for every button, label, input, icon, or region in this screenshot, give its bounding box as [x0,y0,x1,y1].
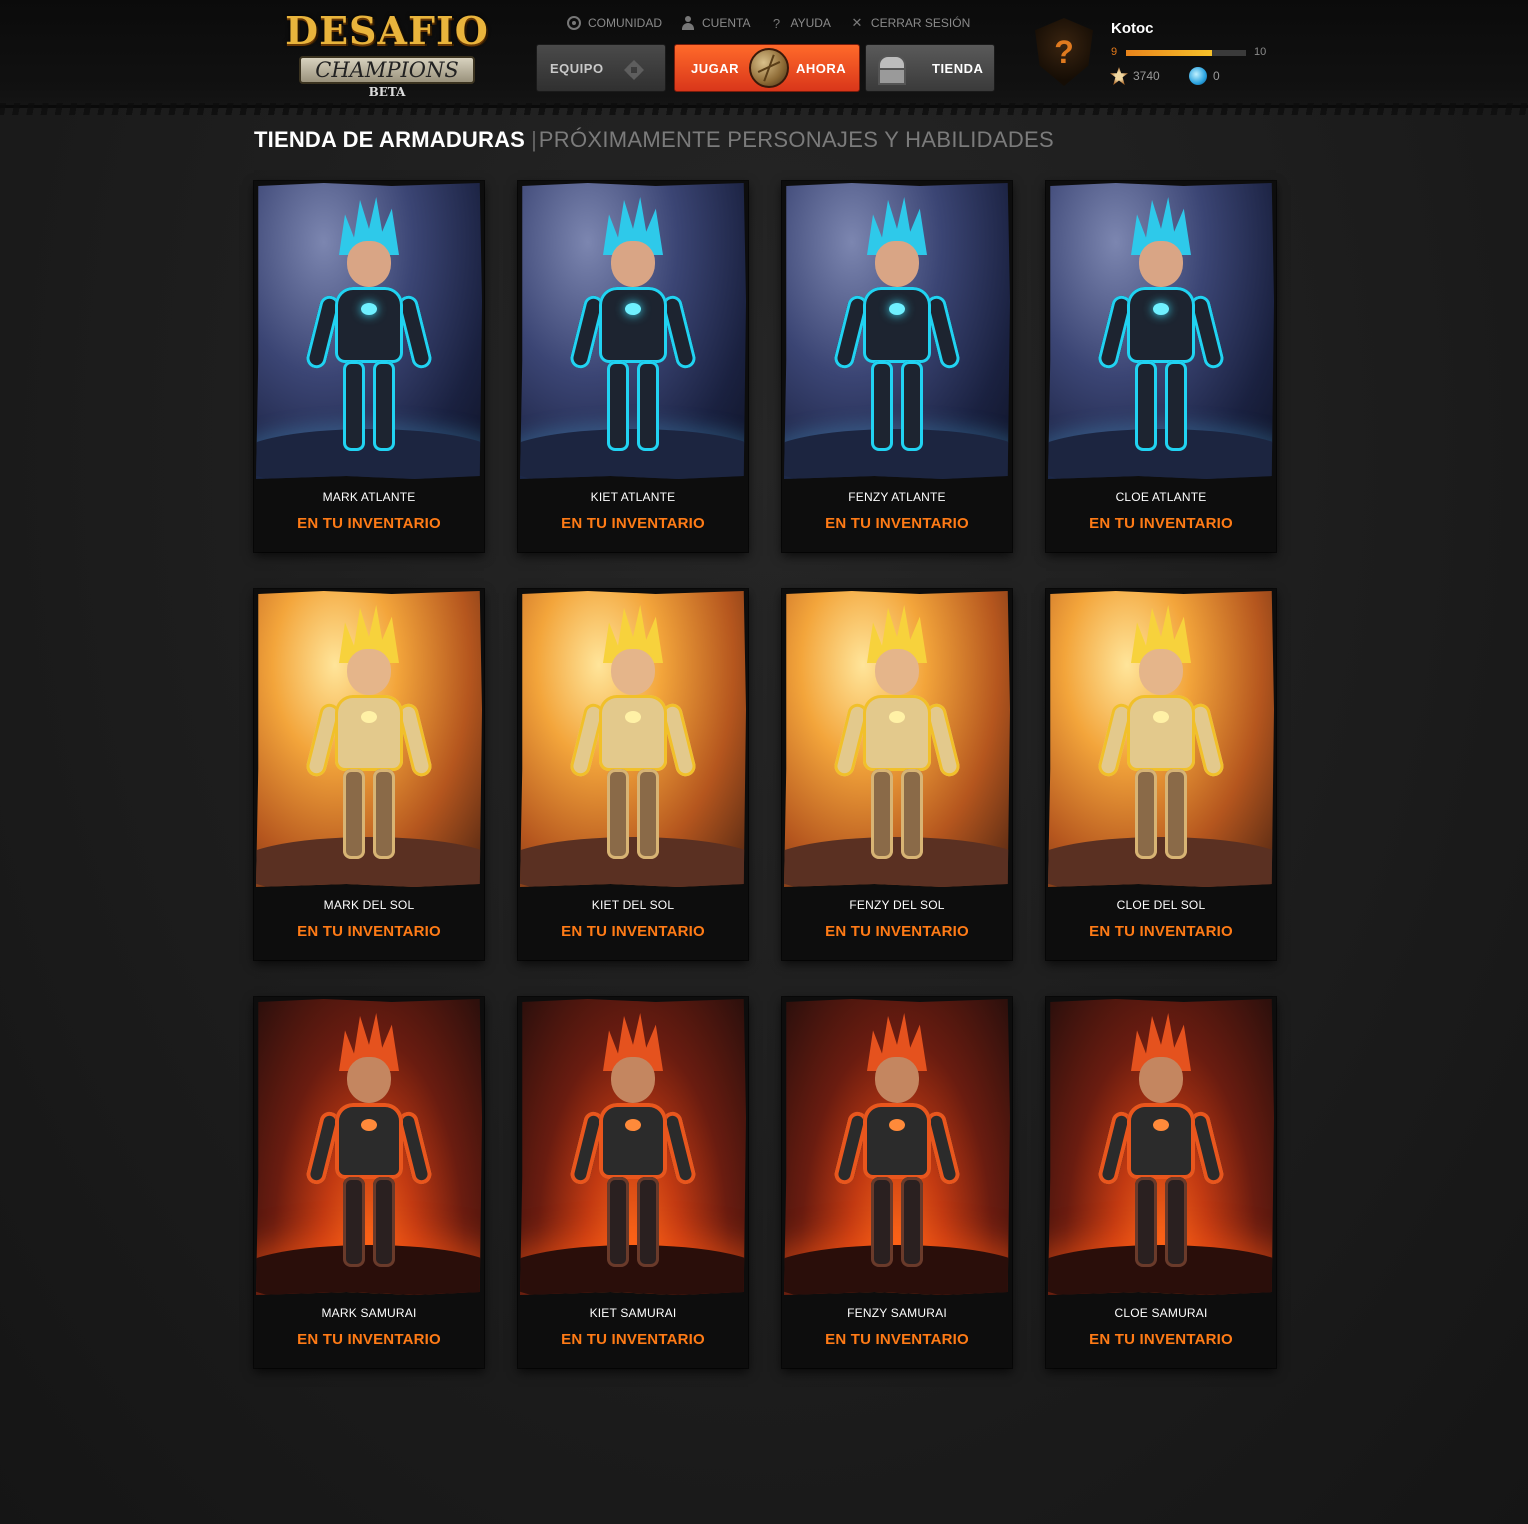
dpad-icon [619,55,649,85]
close-icon: ✕ [851,15,863,30]
armor-card[interactable]: MARK ATLANTE EN TU INVENTARIO [254,181,484,552]
armor-card[interactable]: KIET DEL SOL EN TU INVENTARIO [518,589,748,960]
jugar-label: JUGAR [691,60,740,76]
inventory-status: EN TU INVENTARIO [561,923,705,940]
character-art [520,591,746,887]
armor-card[interactable]: MARK SAMURAI EN TU INVENTARIO [254,997,484,1368]
coins-value: 3740 [1133,69,1160,83]
gems-icon [1189,67,1207,85]
armor-name: KIET DEL SOL [591,898,675,912]
community-icon [566,15,582,31]
character-art [256,591,482,887]
armor-name: CLOE SAMURAI [1114,1306,1208,1320]
character-art [1048,183,1274,479]
rank-shield-icon[interactable]: ? [1035,18,1093,86]
inventory-status: EN TU INVENTARIO [1089,515,1233,532]
character-art [784,999,1010,1295]
armor-name: FENZY ATLANTE [848,490,946,504]
jugar-ahora-button[interactable]: JUGAR AHORA [674,44,860,92]
ahora-label: AHORA [796,60,847,76]
character-art [520,999,746,1295]
armor-name: FENZY SAMURAI [847,1306,947,1320]
username[interactable]: Kotoc [1111,20,1154,37]
inventory-status: EN TU INVENTARIO [825,923,969,940]
armor-card[interactable]: FENZY SAMURAI EN TU INVENTARIO [782,997,1012,1368]
armor-name: CLOE ATLANTE [1115,490,1207,504]
top-bar: DESAFIO CHAMPIONS BETA COMUNIDAD CUENTA … [0,0,1528,115]
inventory-status: EN TU INVENTARIO [297,923,441,940]
character-art [1048,999,1274,1295]
chest-icon [876,53,908,85]
nav-comunidad[interactable]: COMUNIDAD [566,14,662,32]
nav-ayuda[interactable]: ? AYUDA [768,14,831,32]
inventory-status: EN TU INVENTARIO [1089,923,1233,940]
nav-cuenta-label: CUENTA [702,16,751,30]
nav-ayuda-label: AYUDA [790,16,831,30]
inventory-status: EN TU INVENTARIO [561,515,705,532]
logo-banner: CHAMPIONS [299,56,475,84]
inventory-status: EN TU INVENTARIO [561,1331,705,1348]
page-title-sub: PRÓXIMAMENTE PERSONAJES Y HABILIDADES [538,127,1054,152]
character-art [256,999,482,1295]
level-progress-bar [1126,50,1246,56]
inventory-status: EN TU INVENTARIO [297,1331,441,1348]
level-next: 10 [1254,46,1267,58]
title-separator: | [531,127,537,152]
armor-name: MARK ATLANTE [322,490,416,504]
armor-card[interactable]: KIET SAMURAI EN TU INVENTARIO [518,997,748,1368]
account-icon [680,15,696,31]
armor-card[interactable]: CLOE DEL SOL EN TU INVENTARIO [1046,589,1276,960]
armor-name: MARK DEL SOL [323,898,415,912]
inventory-status: EN TU INVENTARIO [825,515,969,532]
tienda-button[interactable]: TIENDA [865,44,995,92]
equipo-label: EQUIPO [550,60,604,76]
inventory-status: EN TU INVENTARIO [297,515,441,532]
character-art [256,183,482,479]
top-nav: COMUNIDAD CUENTA ? AYUDA ✕ CERRAR SESIÓN [566,14,970,32]
character-art [784,591,1010,887]
armor-card[interactable]: CLOE ATLANTE EN TU INVENTARIO [1046,181,1276,552]
armor-card[interactable]: FENZY DEL SOL EN TU INVENTARIO [782,589,1012,960]
inventory-status: EN TU INVENTARIO [825,1331,969,1348]
armor-name: MARK SAMURAI [321,1306,417,1320]
help-icon: ? [772,15,781,31]
armor-name: CLOE DEL SOL [1116,898,1206,912]
armor-card[interactable]: MARK DEL SOL EN TU INVENTARIO [254,589,484,960]
armor-card[interactable]: FENZY ATLANTE EN TU INVENTARIO [782,181,1012,552]
armor-name: KIET ATLANTE [590,490,676,504]
armor-name: FENZY DEL SOL [849,898,945,912]
game-logo[interactable]: DESAFIO CHAMPIONS BETA [283,8,491,100]
character-art [784,183,1010,479]
nav-comunidad-label: COMUNIDAD [588,16,662,30]
nav-cerrar-sesion[interactable]: ✕ CERRAR SESIÓN [849,14,970,32]
nav-cerrar-sesion-label: CERRAR SESIÓN [870,16,971,30]
character-art [520,183,746,479]
logo-beta-tag: BETA [368,85,406,99]
armor-card[interactable]: CLOE SAMURAI EN TU INVENTARIO [1046,997,1276,1368]
level-progress-fill [1126,50,1213,56]
page-title: TIENDA DE ARMADURAS |PRÓXIMAMENTE PERSONA… [254,127,1054,153]
level-current: 9 [1111,46,1118,58]
armor-grid: MARK ATLANTE EN TU INVENTARIO KIET ATLAN… [254,181,1276,1368]
ball-icon [749,48,789,88]
inventory-status: EN TU INVENTARIO [1089,1331,1233,1348]
gems-value: 0 [1213,69,1220,83]
nav-cuenta[interactable]: CUENTA [680,14,750,32]
armor-card[interactable]: KIET ATLANTE EN TU INVENTARIO [518,181,748,552]
armor-name: KIET SAMURAI [589,1306,677,1320]
coins-icon [1110,67,1128,85]
tienda-label: TIENDA [932,60,984,76]
page-title-main: TIENDA DE ARMADURAS [254,127,526,152]
equipo-button[interactable]: EQUIPO [536,44,666,92]
character-art [1048,591,1274,887]
logo-title: DESAFIO [285,8,489,53]
